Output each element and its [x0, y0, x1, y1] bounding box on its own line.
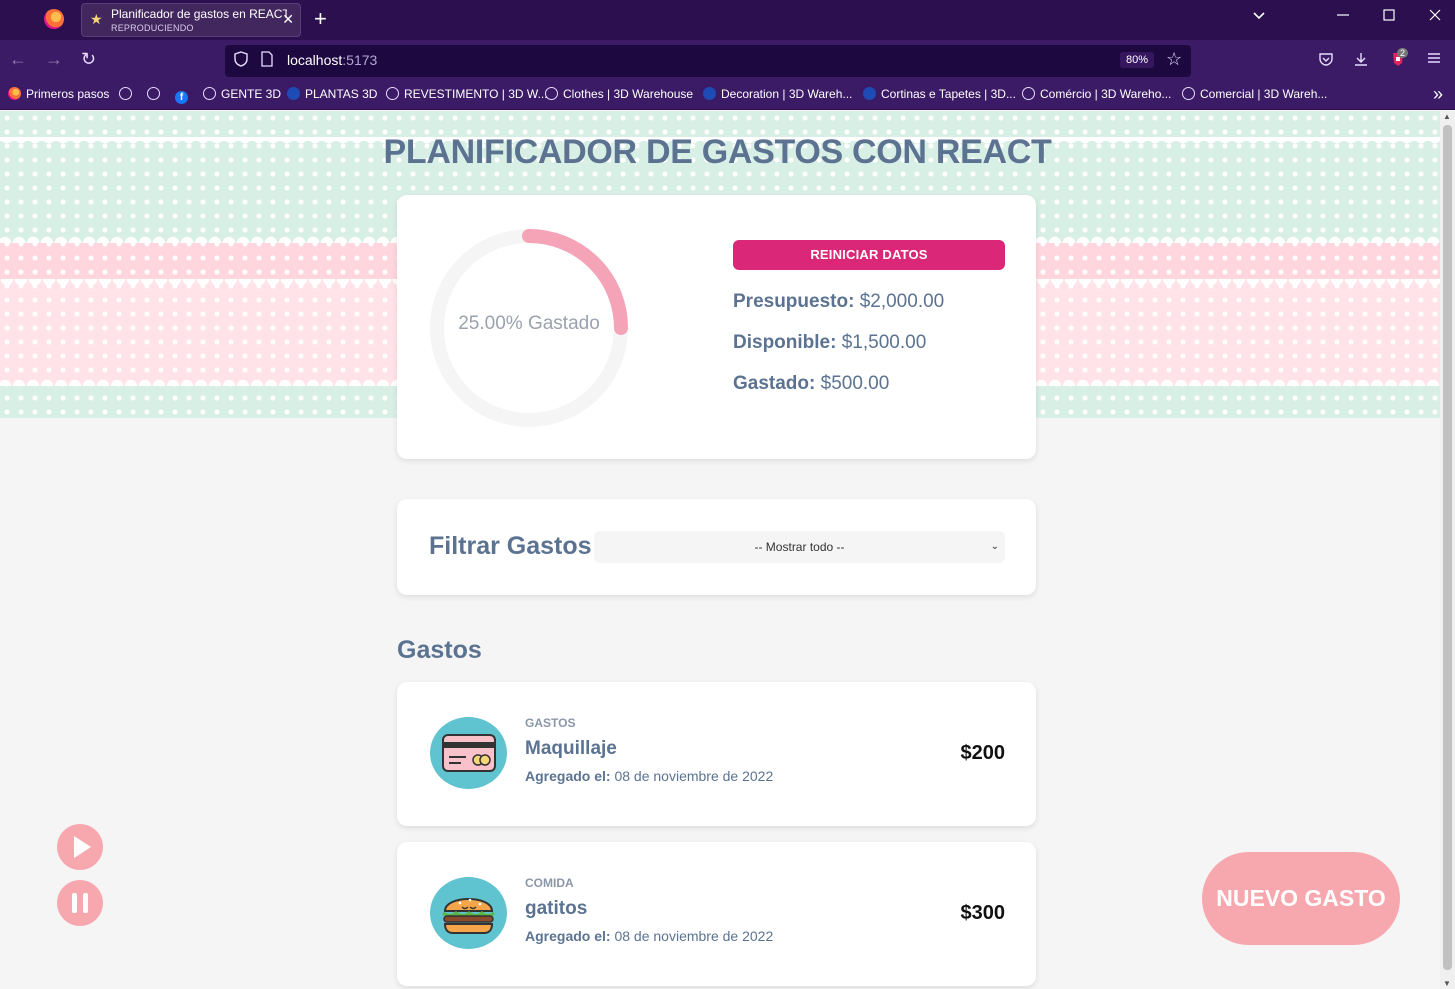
expense-category: COMIDA — [525, 876, 574, 890]
page-viewport: PLANIFICADOR DE GASTOS CON REACT 25.00% … — [0, 111, 1440, 989]
bookmark-item[interactable]: Primeros pasos — [8, 87, 109, 101]
menu-icon[interactable] — [1427, 51, 1441, 70]
close-window-icon[interactable] — [1429, 6, 1441, 27]
extension-badge: 2 — [1397, 48, 1409, 58]
expense-item[interactable]: GASTOS Maquillaje Agregado el: 08 de nov… — [397, 682, 1036, 826]
play-icon — [74, 836, 91, 858]
credit-card-icon — [430, 717, 507, 789]
bookmark-item[interactable] — [147, 87, 165, 101]
close-tab-icon[interactable]: ✕ — [282, 11, 294, 28]
expense-name: Maquillaje — [525, 738, 617, 759]
new-expense-button[interactable]: NUEVO GASTO — [1202, 852, 1400, 945]
pocket-icon[interactable] — [1318, 51, 1334, 72]
download-icon[interactable] — [1353, 51, 1369, 72]
scroll-thumb[interactable] — [1443, 125, 1452, 970]
tab-audio-status: REPRODUCIENDO — [111, 23, 194, 33]
minimize-icon[interactable] — [1337, 6, 1349, 27]
tab-title: Planificador de gastos en REACT — [111, 7, 287, 21]
globe-icon — [203, 87, 216, 100]
filter-select[interactable]: -- Mostrar todo -- ⌄ — [594, 531, 1005, 563]
page-info-icon[interactable] — [261, 51, 273, 70]
bookmark-item[interactable]: GENTE 3D — [203, 87, 281, 101]
filter-label: Filtrar Gastos — [429, 532, 592, 560]
bookmark-item[interactable]: Cortinas e Tapetes | 3D... — [863, 87, 1016, 101]
expense-name: gatitos — [525, 898, 588, 919]
back-arrow-icon[interactable]: ← — [9, 49, 27, 70]
bookmark-star-icon[interactable]: ☆ — [1166, 49, 1182, 70]
address-bar[interactable]: localhost:5173 80% ☆ — [225, 45, 1191, 77]
bookmark-item[interactable]: f — [175, 87, 193, 104]
bookmark-item[interactable]: REVESTIMENTO | 3D W... — [386, 87, 548, 101]
expense-category: GASTOS — [525, 716, 576, 730]
expense-item[interactable]: COMIDA gatitos Agregado el: 08 de noviem… — [397, 842, 1036, 986]
browser-nav-bar: ← → ↻ localhost:5173 80% ☆ 2 — [0, 40, 1455, 82]
facebook-icon: f — [175, 91, 188, 104]
page-scrollbar[interactable]: ▲ ▼ — [1440, 111, 1455, 989]
expense-amount: $200 — [960, 742, 1006, 764]
expense-amount: $300 — [960, 902, 1006, 924]
reset-data-button[interactable]: REINICIAR DATOS — [733, 240, 1005, 270]
new-tab-icon[interactable]: + — [314, 6, 327, 32]
budget-stat: Presupuesto: $2,000.00 — [733, 291, 945, 312]
page-title: PLANIFICADOR DE GASTOS CON REACT — [383, 133, 1052, 171]
expenses-heading: Gastos — [397, 636, 482, 664]
sketchup-icon — [703, 87, 716, 100]
globe-icon — [1182, 87, 1195, 100]
shield-icon[interactable] — [234, 51, 248, 71]
bookmark-item[interactable]: Comércio | 3D Wareho... — [1022, 87, 1171, 101]
scroll-up-icon[interactable]: ▲ — [1443, 112, 1451, 121]
firefox-icon[interactable] — [44, 9, 64, 29]
play-button[interactable] — [57, 824, 103, 870]
bookmarks-bar: Primeros pasos f GENTE 3D PLANTAS 3D REV… — [0, 82, 1455, 110]
bookmark-item[interactable]: PLANTAS 3D — [287, 87, 377, 101]
sketchup-icon — [287, 87, 300, 100]
maximize-icon[interactable] — [1383, 6, 1395, 27]
sketchup-icon — [863, 87, 876, 100]
available-stat: Disponible: $1,500.00 — [733, 332, 927, 353]
pause-button[interactable] — [57, 880, 103, 926]
globe-icon — [545, 87, 558, 100]
browser-tab-bar: ★ Planificador de gastos en REACT REPROD… — [0, 0, 1455, 40]
globe-icon — [147, 87, 160, 100]
pause-icon — [72, 893, 88, 913]
zoom-level[interactable]: 80% — [1120, 52, 1155, 68]
url-text[interactable]: localhost:5173 — [287, 52, 377, 68]
expense-date: Agregado el: 08 de noviembre de 2022 — [525, 768, 774, 784]
bookmark-item[interactable] — [119, 87, 137, 101]
more-bookmarks-icon[interactable]: » — [1433, 84, 1443, 105]
tab-list-chevron-icon[interactable] — [1252, 6, 1266, 27]
scroll-down-icon[interactable]: ▼ — [1443, 979, 1451, 988]
bookmark-item[interactable]: Decoration | 3D Wareh... — [703, 87, 852, 101]
spent-stat: Gastado: $500.00 — [733, 373, 890, 394]
progress-label: 25.00% Gastado — [458, 313, 600, 334]
browser-tab[interactable]: ★ Planificador de gastos en REACT REPROD… — [81, 3, 301, 37]
expense-date: Agregado el: 08 de noviembre de 2022 — [525, 928, 774, 944]
globe-icon — [119, 87, 132, 100]
globe-icon — [386, 87, 399, 100]
budget-card: 25.00% Gastado REINICIAR DATOS Presupues… — [397, 195, 1036, 459]
star-icon: ★ — [90, 11, 103, 27]
globe-icon — [1022, 87, 1035, 100]
burger-icon — [430, 877, 507, 949]
bookmark-item[interactable]: Clothes | 3D Warehouse — [545, 87, 693, 101]
forward-arrow-icon[interactable]: → — [45, 49, 63, 70]
bookmark-item[interactable]: Comercial | 3D Wareh... — [1182, 87, 1327, 101]
filter-card: Filtrar Gastos -- Mostrar todo -- ⌄ — [397, 499, 1036, 595]
chevron-down-icon: ⌄ — [990, 541, 999, 552]
firefox-icon — [8, 87, 21, 100]
reload-icon[interactable]: ↻ — [81, 49, 96, 70]
